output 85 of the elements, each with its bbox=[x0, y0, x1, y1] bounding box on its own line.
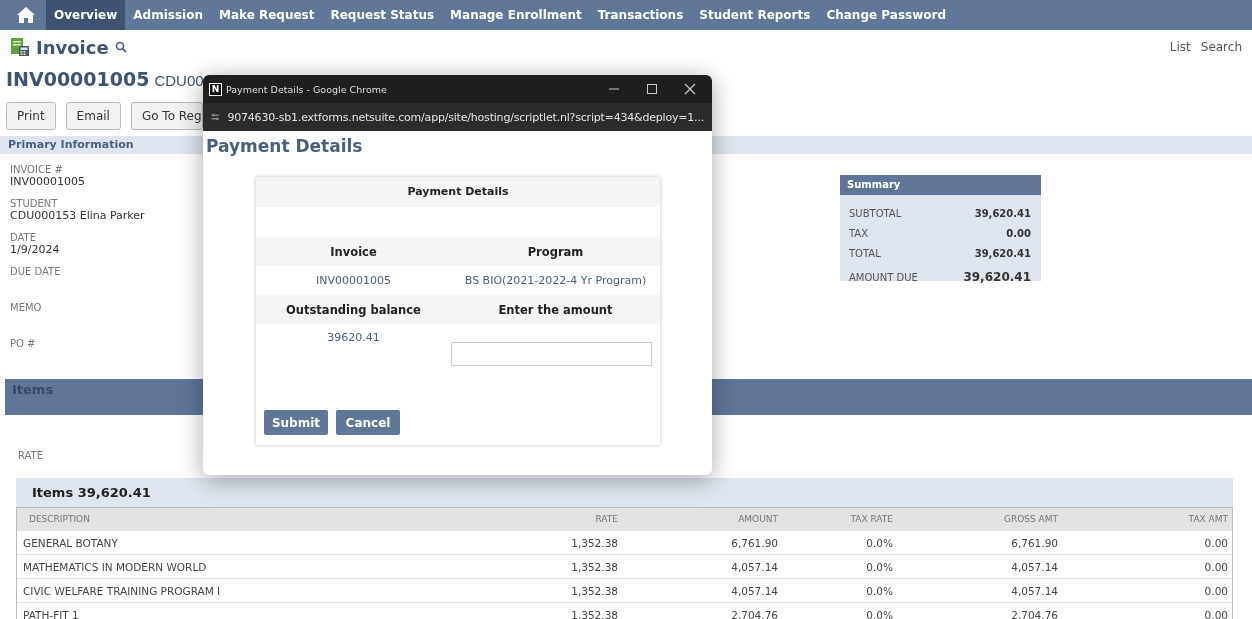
column-header: Enter the amount bbox=[497, 302, 614, 317]
summary-label: SUBTOTAL bbox=[849, 207, 902, 219]
table-cell-text: MATHEMATICS IN MODERN WORLD bbox=[22, 560, 208, 573]
table-cell-text: 1,352.38 bbox=[570, 584, 619, 597]
table-cell-text: 0.00 bbox=[1203, 608, 1229, 619]
table-cell-text: 6,761.90 bbox=[730, 536, 779, 549]
table-cell-text: 6,761.90 bbox=[1010, 536, 1059, 549]
summary-label: TOTAL bbox=[849, 247, 881, 259]
table-cell-text: 0.00 bbox=[1203, 584, 1229, 597]
card-title: Payment Details bbox=[256, 177, 660, 207]
field-label: DUE DATE bbox=[10, 266, 62, 277]
table-cell-text: 4,057.14 bbox=[730, 560, 779, 573]
table-cell-text: 1,352.38 bbox=[570, 560, 619, 573]
form-button[interactable]: Cancel bbox=[336, 410, 400, 435]
header-link[interactable]: List bbox=[1169, 40, 1191, 54]
table-cell-text: BS BIO(2021-2022-4 Yr Program) bbox=[463, 274, 648, 287]
table-cell-text: 4,057.14 bbox=[1010, 584, 1059, 597]
action-button[interactable]: Go To Reg bbox=[130, 102, 203, 130]
record-name: CDU00 bbox=[154, 72, 204, 89]
summary-value: 39,620.41 bbox=[963, 270, 1031, 284]
summary-label: AMOUNT DUE bbox=[849, 271, 918, 283]
column-header: GROSS AMT bbox=[1002, 514, 1059, 524]
table-cell-text: 0.0% bbox=[865, 536, 894, 549]
record-number: INV00001005 bbox=[6, 68, 150, 90]
site-favicon: N bbox=[209, 82, 222, 96]
table-cell-text: GENERAL BOTANY bbox=[22, 536, 119, 549]
amount-field[interactable] bbox=[451, 342, 652, 366]
field-label: STUDENT bbox=[10, 198, 59, 209]
column-header: TAX AMT bbox=[1187, 514, 1229, 524]
summary-value: 39,620.41 bbox=[974, 247, 1031, 259]
field-value: INV00001005 bbox=[10, 175, 86, 188]
table-cell-text: 39620.41 bbox=[326, 330, 381, 344]
nav-tab[interactable]: Change Password bbox=[818, 0, 954, 30]
table-cell-text: 0.0% bbox=[865, 608, 894, 619]
field-value: 1/9/2024 bbox=[10, 243, 61, 256]
table-cell-text: 2,704.76 bbox=[1010, 608, 1059, 619]
table-cell-text: 4,057.14 bbox=[730, 584, 779, 597]
table-cell-text: PATH-FIT 1 bbox=[22, 608, 80, 619]
nav-tab[interactable]: Make Request bbox=[210, 0, 323, 30]
field-value: CDU000153 Elina Parker bbox=[10, 209, 146, 222]
summary-label: TAX bbox=[849, 227, 869, 239]
nav-tab[interactable]: Manage Enrollment bbox=[442, 0, 590, 30]
table-cell-text: 0.0% bbox=[865, 560, 894, 573]
form-button[interactable]: Submit bbox=[264, 410, 328, 435]
page-title: Invoice bbox=[36, 36, 109, 58]
column-header: DESCRIPTION bbox=[28, 514, 91, 524]
column-header: Invoice bbox=[329, 244, 378, 259]
field-label: DATE bbox=[10, 232, 37, 243]
maximize-icon[interactable] bbox=[646, 83, 658, 95]
column-header: Outstanding balance bbox=[285, 302, 422, 317]
header-link[interactable]: Search bbox=[1200, 40, 1242, 54]
table-cell-text: 4,057.14 bbox=[1010, 560, 1059, 573]
table-cell-text: 0.0% bbox=[865, 584, 894, 597]
window-title: Payment Details - Google Chrome bbox=[226, 83, 387, 95]
invoice-icon bbox=[10, 37, 30, 57]
home-icon[interactable] bbox=[16, 6, 36, 24]
column-header: Program bbox=[526, 244, 585, 259]
table-cell-text: 0.00 bbox=[1203, 560, 1229, 573]
table-cell-text: INV00001005 bbox=[315, 274, 392, 287]
table-cell-text: 0.00 bbox=[1203, 536, 1229, 549]
column-header: AMOUNT bbox=[737, 514, 779, 524]
close-icon[interactable] bbox=[684, 83, 696, 95]
table-cell-text: 1,352.38 bbox=[570, 536, 619, 549]
table-title: Items 39,620.41 bbox=[31, 484, 152, 502]
field-label: INVOICE # bbox=[10, 164, 64, 175]
field-label: RATE bbox=[18, 450, 44, 461]
nav-tab[interactable]: Student Reports bbox=[691, 0, 819, 30]
site-info-icon[interactable] bbox=[211, 111, 220, 123]
search-icon[interactable] bbox=[114, 41, 127, 53]
column-header: RATE bbox=[594, 514, 619, 524]
nav-tab[interactable]: Request Status bbox=[322, 0, 443, 30]
column-header: TAX RATE bbox=[849, 514, 894, 524]
table-cell-text: CIVIC WELFARE TRAINING PROGRAM I bbox=[22, 584, 222, 597]
field-label: PO # bbox=[10, 338, 37, 349]
table-cell-text: 2,704.76 bbox=[730, 608, 779, 619]
summary-title: Summary bbox=[840, 175, 1041, 195]
action-button[interactable]: Email bbox=[65, 102, 121, 130]
url-text: 9074630-sb1.extforms.netsuite.com/app/site/hosting/scriptlet.nl?script=434&deploy=1... bbox=[227, 110, 704, 124]
action-button[interactable]: Print bbox=[6, 102, 56, 130]
nav-tab[interactable]: Overview bbox=[46, 0, 126, 30]
table-cell-text: 1,352.38 bbox=[570, 608, 619, 619]
nav-tab[interactable]: Transactions bbox=[589, 0, 692, 30]
summary-value: 39,620.41 bbox=[974, 207, 1031, 219]
nav-tab[interactable]: Admission bbox=[125, 0, 211, 30]
summary-value: 0.00 bbox=[1006, 227, 1031, 239]
